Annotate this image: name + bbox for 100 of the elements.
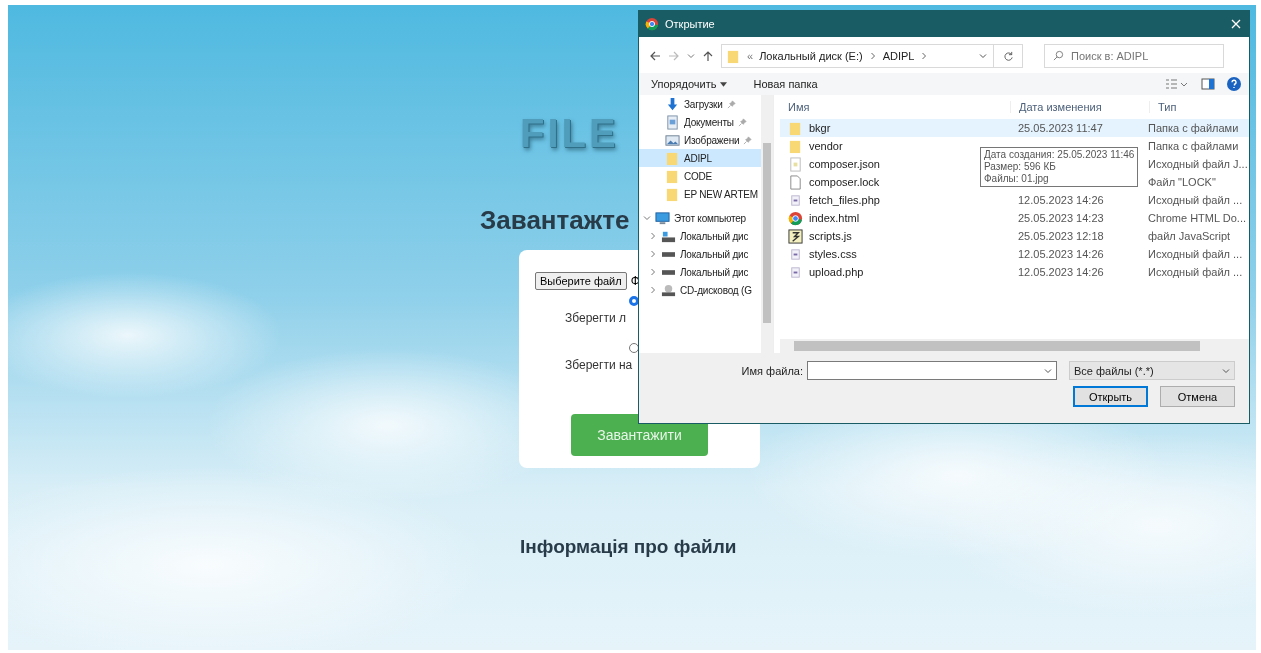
file-name[interactable]: styles.css	[809, 248, 857, 260]
chrome-icon	[788, 210, 803, 226]
file-name[interactable]: upload.php	[809, 266, 864, 278]
file-name[interactable]: index.html	[809, 212, 860, 224]
chevron-down-icon[interactable]	[979, 52, 987, 60]
info-heading: Інформація про файли	[520, 536, 737, 558]
site-title: FILE	[520, 113, 619, 153]
chrome-icon	[645, 17, 659, 31]
horizontal-scrollbar[interactable]	[780, 339, 1249, 353]
file-date: 25.05.2023 12:18	[1018, 230, 1105, 242]
chevron-down-icon[interactable]	[687, 52, 695, 60]
search-icon	[1053, 50, 1064, 61]
file-name[interactable]: scripts.js	[809, 230, 852, 242]
choose-file-button[interactable]: Выберите файл	[535, 272, 627, 290]
column-header[interactable]: Дата изменения	[1010, 101, 1149, 113]
chevron-down-icon[interactable]	[1222, 366, 1230, 375]
file-name[interactable]: bkgr	[809, 122, 831, 134]
dialog-button[interactable]: Отмена	[1160, 386, 1235, 407]
document-icon	[665, 114, 680, 130]
file-name-label: Имя файла:	[741, 364, 803, 377]
chevron-down-icon[interactable]	[643, 214, 651, 222]
refresh-icon[interactable]	[1002, 50, 1014, 62]
code-file-icon	[788, 192, 803, 208]
vertical-scrollbar[interactable]	[761, 95, 773, 353]
nav-item[interactable]: CODE	[639, 167, 761, 185]
caret-icon[interactable]	[720, 81, 728, 87]
nav-item[interactable]: Локальный дис	[639, 227, 761, 245]
file-date: 25.05.2023 11:47	[1018, 122, 1104, 134]
radio-label: Зберегти л	[565, 311, 626, 325]
file-name-field[interactable]	[807, 361, 1057, 380]
file-type: Chrome HTML Do...	[1148, 212, 1246, 224]
file-type: файл JavaScript	[1148, 230, 1231, 242]
folder-icon	[726, 48, 741, 64]
address-bar[interactable]: « Локальный диск (E:) ADIPL	[721, 44, 1023, 68]
upload-heading: Завантажте	[480, 205, 630, 236]
nav-item[interactable]: Локальный дис	[639, 263, 761, 281]
nav-item[interactable]: CD-дисковод (G	[639, 281, 761, 299]
nav-item[interactable]: ADIPL	[639, 149, 761, 167]
computer-icon	[655, 210, 670, 226]
nav-item[interactable]: Локальный дис	[639, 245, 761, 263]
breadcrumb-item[interactable]: Локальный диск (E:)	[759, 50, 863, 62]
tooltip: Дата создания: 25.05.2023 11:46 Размер: 596 КБ Файлы: 01.jpg	[980, 147, 1139, 187]
file-name[interactable]: composer.lock	[809, 176, 880, 188]
json-file-icon	[788, 156, 803, 172]
folder-icon	[665, 150, 680, 166]
chevron-down-icon[interactable]	[1044, 367, 1052, 375]
breadcrumb-overflow[interactable]: «	[747, 50, 754, 62]
nav-item[interactable]: Этот компьютер	[639, 209, 761, 227]
organize-menu[interactable]: Упорядочить	[651, 78, 717, 90]
view-options-icon[interactable]	[1165, 78, 1189, 90]
file-type: Исходный файл ...	[1148, 248, 1243, 260]
file-type: Файл "LOCK"	[1148, 176, 1216, 188]
column-header[interactable]: Тип	[1149, 101, 1177, 113]
chevron-right-icon[interactable]	[649, 268, 657, 276]
chevron-right-icon[interactable]	[649, 286, 657, 294]
file-date: 25.05.2023 14:23	[1018, 212, 1105, 224]
nav-item[interactable]: Изображени	[639, 131, 761, 149]
file-name[interactable]: composer.json	[809, 158, 880, 170]
file-row[interactable]: bkgr 25.05.2023 11:47 Папка с файлами	[780, 119, 1249, 137]
radio-label: Зберегти на	[565, 358, 633, 372]
drive-icon	[662, 251, 675, 257]
new-folder-button[interactable]: Новая папка	[753, 78, 818, 90]
file-date: 12.05.2023 14:26	[1018, 266, 1105, 278]
breadcrumb-item[interactable]: ADIPL	[882, 50, 915, 62]
file-type-dropdown[interactable]: Все файлы (*.*)	[1069, 361, 1235, 380]
back-arrow-icon[interactable]	[649, 50, 661, 62]
folder-icon	[665, 186, 680, 202]
file-type: Исходный файл ...	[1148, 194, 1243, 206]
forward-arrow-icon[interactable]	[668, 50, 680, 62]
file-type: Папка с файлами	[1148, 122, 1239, 134]
script-file-icon	[788, 228, 803, 244]
picture-icon	[665, 132, 680, 148]
file-date: 12.05.2023 14:26	[1018, 194, 1105, 206]
file-type: Исходный файл J...	[1148, 158, 1248, 170]
file-date: 12.05.2023 14:26	[1018, 248, 1105, 260]
chevron-right-icon[interactable]	[868, 52, 877, 60]
chevron-right-icon[interactable]	[649, 232, 657, 240]
preview-pane-icon[interactable]	[1201, 77, 1215, 91]
cd-drive-icon	[661, 282, 676, 298]
file-name[interactable]: vendor	[809, 140, 843, 152]
code-file-icon	[788, 264, 803, 280]
drive-icon	[662, 269, 675, 275]
file-name[interactable]: fetch_files.php	[809, 194, 880, 206]
nav-item[interactable]: EP NEW ARTEM	[639, 185, 761, 203]
search-field[interactable]: Поиск в: ADIPL	[1044, 44, 1224, 68]
folder-icon	[788, 138, 803, 154]
column-header[interactable]: Имя	[780, 101, 1010, 113]
chevron-right-icon[interactable]	[649, 250, 657, 258]
folder-icon	[788, 120, 803, 136]
nav-item[interactable]: Загрузки	[639, 95, 761, 113]
nav-item[interactable]: Документы	[639, 113, 761, 131]
code-file-icon	[788, 246, 803, 262]
chevron-right-icon[interactable]	[920, 52, 929, 60]
file-type: Папка с файлами	[1148, 140, 1239, 152]
up-arrow-icon[interactable]	[702, 50, 714, 62]
dialog-button[interactable]: Открыть	[1073, 386, 1148, 407]
close-icon[interactable]	[1231, 19, 1241, 29]
blank-file-icon	[788, 174, 803, 190]
help-icon[interactable]	[1227, 77, 1241, 91]
file-type: Исходный файл ...	[1148, 266, 1243, 278]
